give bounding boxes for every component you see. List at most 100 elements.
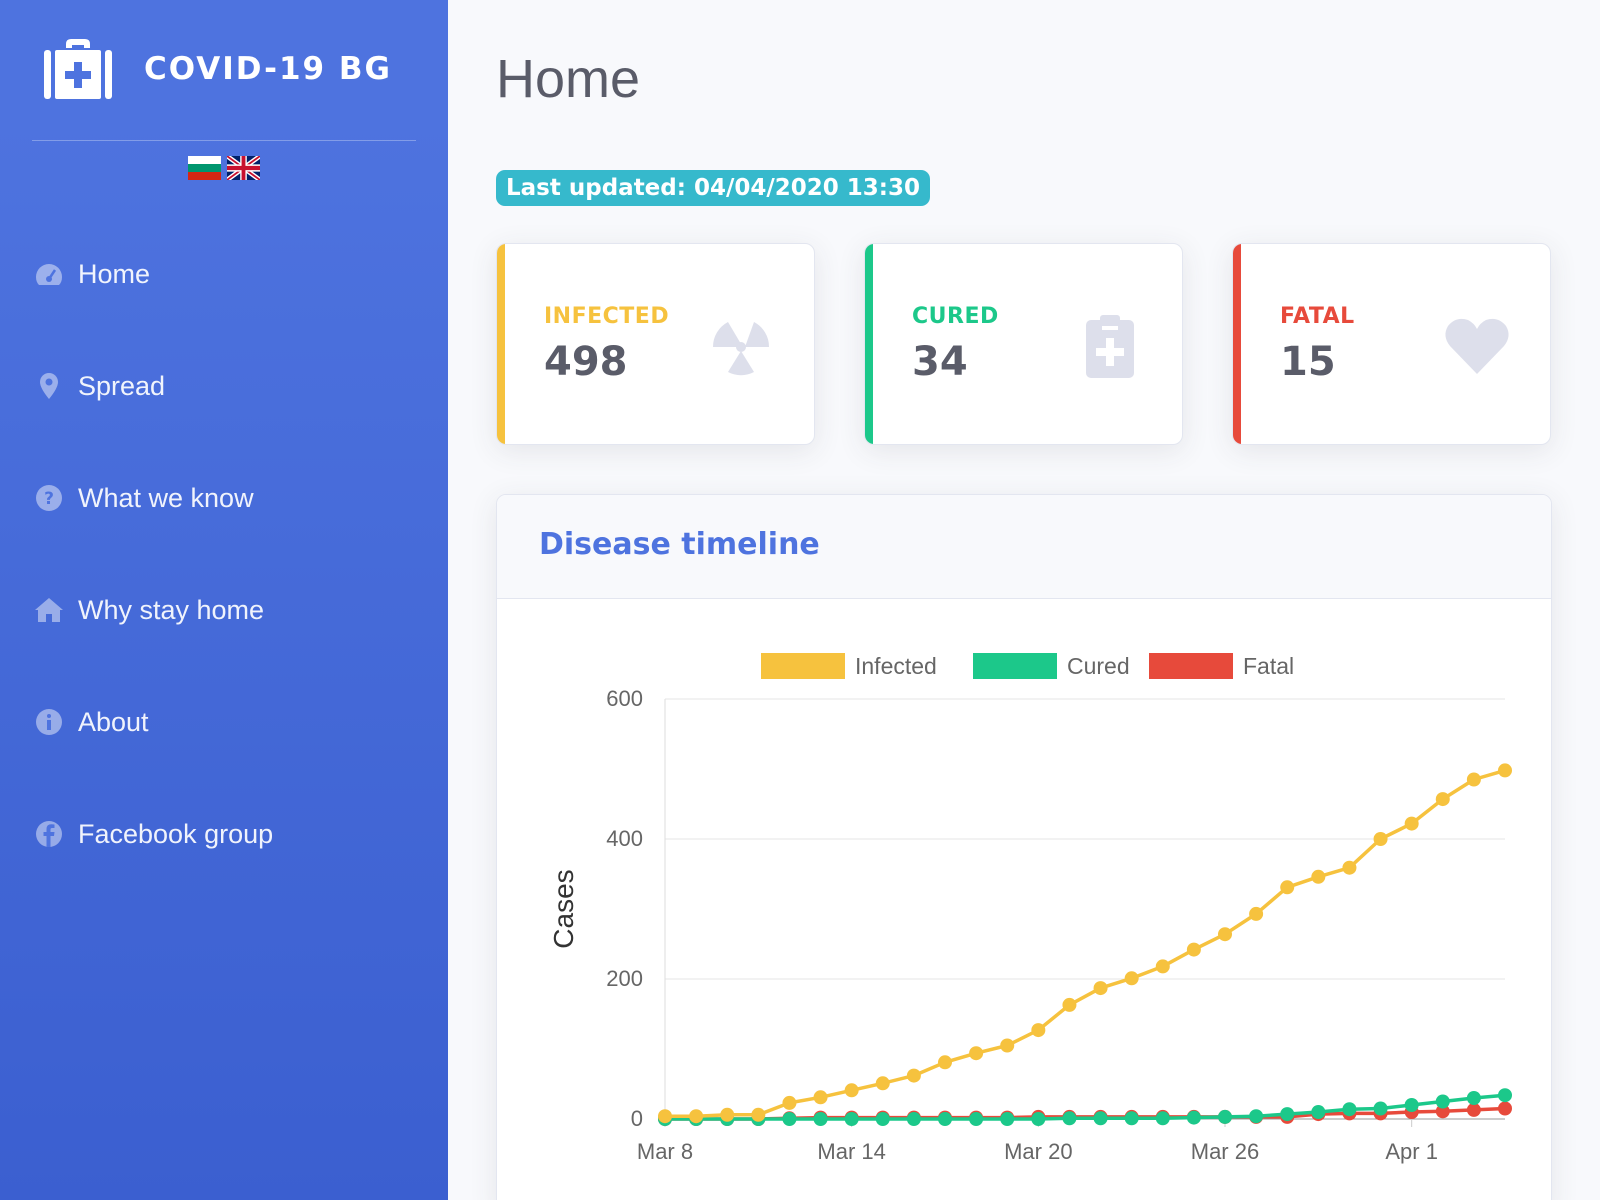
last-updated-badge: Last updated: 04/04/2020 13:30 — [496, 170, 930, 206]
sidebar-divider — [32, 140, 416, 141]
info-circle-icon — [34, 707, 64, 737]
legend-swatch — [973, 653, 1057, 679]
data-point — [720, 1107, 735, 1122]
data-point — [1218, 1109, 1232, 1124]
sidebar-nav: Home Spread ? What we know Why stay home… — [34, 218, 434, 890]
legend-label: Infected — [855, 653, 937, 679]
x-tick-label: Mar 8 — [637, 1139, 693, 1164]
sidebar-item-label: Why stay home — [78, 594, 265, 625]
data-point — [1498, 1101, 1512, 1116]
radiation-icon — [706, 314, 776, 378]
card-label: INFECTED — [544, 304, 670, 329]
sidebar-item-facebook-group[interactable]: Facebook group — [34, 778, 434, 890]
data-point — [1124, 1111, 1139, 1126]
bulgarian-flag-icon[interactable] — [188, 156, 221, 180]
data-point — [813, 1112, 828, 1126]
data-point — [969, 1046, 984, 1061]
y-tick-label: 400 — [606, 826, 643, 851]
brand-link[interactable]: COVID-19 BG — [44, 38, 392, 100]
data-point — [969, 1112, 984, 1126]
data-point — [1062, 1111, 1077, 1126]
home-icon — [34, 595, 64, 625]
card-label: FATAL — [1280, 304, 1355, 329]
series-line — [665, 768, 1506, 1118]
data-point — [1124, 971, 1139, 986]
card-accent — [865, 244, 873, 444]
svg-text:?: ? — [44, 489, 54, 509]
infected-card: INFECTED 498 — [496, 243, 815, 445]
sidebar-item-label: What we know — [78, 482, 254, 513]
data-point — [1249, 1109, 1264, 1124]
legend-label: Cured — [1067, 653, 1130, 679]
data-point — [1342, 1102, 1357, 1117]
data-point — [1280, 1107, 1295, 1122]
card-value: 498 — [544, 339, 628, 385]
sidebar-item-label: About — [78, 706, 149, 737]
clipboard-medical-icon — [1074, 314, 1144, 378]
language-switcher — [188, 154, 262, 182]
card-label: CURED — [912, 304, 999, 329]
data-point — [1435, 1094, 1450, 1109]
sidebar-item-label: Facebook group — [78, 818, 274, 849]
uk-flag-icon[interactable] — [225, 154, 262, 182]
data-point — [1280, 880, 1295, 895]
data-point — [1404, 816, 1419, 831]
data-point — [751, 1107, 766, 1122]
data-point — [844, 1112, 859, 1126]
sidebar-item-about[interactable]: About — [34, 666, 434, 778]
data-point — [875, 1112, 890, 1126]
data-point — [1373, 1101, 1388, 1116]
data-point — [938, 1055, 952, 1070]
x-tick-label: Mar 26 — [1191, 1139, 1259, 1164]
question-circle-icon: ? — [34, 483, 64, 513]
data-point — [1093, 1111, 1108, 1126]
card-value: 15 — [1280, 339, 1336, 385]
sidebar-item-what-we-know[interactable]: ? What we know — [34, 442, 434, 554]
data-point — [1249, 906, 1264, 921]
data-point — [1000, 1038, 1015, 1053]
data-point — [782, 1095, 797, 1110]
data-point — [689, 1109, 704, 1124]
facebook-icon — [34, 819, 64, 849]
y-tick-label: 600 — [606, 686, 643, 711]
data-point — [1186, 942, 1201, 957]
card-value: 34 — [912, 339, 968, 385]
card-accent — [1233, 244, 1241, 444]
data-point — [1000, 1112, 1015, 1126]
data-point — [938, 1112, 952, 1126]
sidebar-item-spread[interactable]: Spread — [34, 330, 434, 442]
y-tick-label: 200 — [606, 966, 643, 991]
fatal-card: FATAL 15 — [1232, 243, 1551, 445]
data-point — [1093, 981, 1108, 996]
cured-card: CURED 34 — [864, 243, 1183, 445]
sidebar-item-why-stay-home[interactable]: Why stay home — [34, 554, 434, 666]
y-tick-label: 0 — [631, 1106, 643, 1131]
data-point — [1062, 997, 1077, 1012]
data-point — [1311, 869, 1326, 884]
map-marker-icon — [34, 371, 64, 401]
legend-swatch — [1149, 653, 1233, 679]
data-point — [1435, 792, 1450, 807]
data-point — [1155, 1111, 1170, 1126]
data-point — [1466, 772, 1481, 787]
page-title: Home — [496, 49, 641, 109]
data-point — [1498, 763, 1512, 778]
sidebar: COVID-19 BG Home Spread ? What we know W… — [0, 0, 448, 1200]
data-point — [875, 1076, 890, 1091]
timeline-title: Disease timeline — [539, 527, 820, 562]
card-accent — [497, 244, 505, 444]
data-point — [1311, 1105, 1326, 1119]
data-point — [1498, 1088, 1512, 1103]
legend-swatch — [761, 653, 845, 679]
sidebar-item-home[interactable]: Home — [34, 218, 434, 330]
x-tick-label: Mar 20 — [1004, 1139, 1072, 1164]
data-point — [658, 1109, 672, 1124]
data-point — [1404, 1098, 1419, 1112]
heart-icon — [1442, 314, 1512, 378]
data-point — [1218, 927, 1232, 942]
x-tick-label: Mar 14 — [817, 1139, 885, 1164]
x-tick-label: Apr 1 — [1385, 1139, 1438, 1164]
data-point — [1031, 1112, 1046, 1126]
data-point — [813, 1090, 828, 1105]
data-point — [906, 1112, 921, 1126]
